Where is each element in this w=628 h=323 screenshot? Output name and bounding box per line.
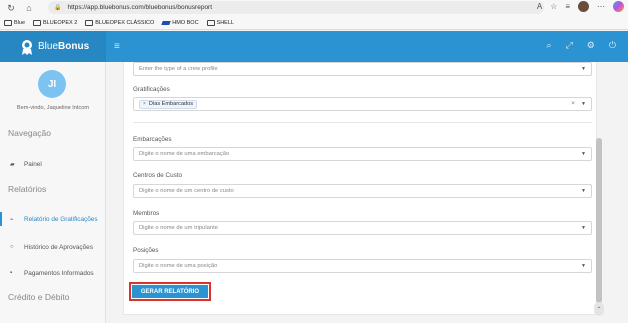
cost-centers-label: Centros de Custo <box>133 172 183 179</box>
members-label: Membros <box>133 210 160 217</box>
browser-address-bar: ↻ ⌂ 🔒 https://app.bluebonus.com/bluebonu… <box>0 0 628 16</box>
bookmark-blueopex-classico[interactable]: BLUEOPEX CLÁSSICO <box>85 19 154 26</box>
favorite-star-icon[interactable]: ☆ <box>550 2 557 11</box>
copilot-icon[interactable] <box>613 1 624 12</box>
settings-icon[interactable]: ⚙ <box>587 40 595 51</box>
url-text: https://app.bluebonus.com/bluebonus/bonu… <box>67 4 213 11</box>
generate-button-highlight: GERAR RELATÓRIO <box>129 282 211 301</box>
money-icon: ▪ <box>10 270 13 276</box>
remove-tag-icon[interactable]: × <box>143 101 146 107</box>
brand-logo[interactable]: BlueBonus <box>0 31 106 62</box>
circle-icon: ○ <box>10 244 14 250</box>
dashboard-icon: ▰ <box>10 161 15 168</box>
bookmark-shell[interactable]: SHELL <box>206 19 234 26</box>
section-navigation: Navegação <box>8 128 52 138</box>
scrollbar-thumb[interactable] <box>596 138 602 303</box>
clear-icon[interactable]: × <box>571 100 575 107</box>
ribbon-icon <box>22 39 32 55</box>
chevron-down-icon[interactable]: ▼ <box>581 101 586 107</box>
page-scrollbar[interactable]: ⌃ <box>594 62 606 320</box>
search-icon[interactable]: ⌕ <box>547 40 552 51</box>
sidebar-item-approval-history[interactable]: ○ Histórico de Aprovações <box>0 240 106 254</box>
lock-icon: 🔒 <box>54 5 62 11</box>
sidebar-item-painel[interactable]: ▰ Painel <box>0 157 106 171</box>
home-icon[interactable]: ⌂ <box>22 1 36 15</box>
crew-profile-field[interactable]: Enter the type of a crew profile ▼ <box>133 62 592 76</box>
generate-report-button[interactable]: GERAR RELATÓRIO <box>132 285 208 298</box>
bonus-label: Gratificações <box>133 86 170 93</box>
scroll-to-top-icon[interactable]: ⌃ <box>594 302 604 316</box>
positions-select[interactable]: Digite o nome de uma posição ▼ <box>133 259 592 273</box>
positions-label: Posições <box>133 247 159 254</box>
bonus-tag: × Dias Embarcados <box>139 99 198 109</box>
vessels-label: Embarcações <box>133 136 172 143</box>
more-icon[interactable]: ⋯ <box>597 2 605 11</box>
menu-toggle-icon[interactable]: ≡ <box>114 41 120 52</box>
chevron-down-icon[interactable]: ▼ <box>581 151 586 157</box>
folder-icon <box>4 19 12 26</box>
members-select[interactable]: Digite o nome de um tripulante ▼ <box>133 221 592 235</box>
chart-icon: ⌁ <box>10 216 14 223</box>
hmo-logo-icon <box>161 20 171 25</box>
folder-icon <box>33 19 42 26</box>
bookmark-hmo-boc[interactable]: HMO BOC <box>161 20 199 26</box>
refresh-icon[interactable]: ↻ <box>4 1 18 15</box>
app-header: BlueBonus ≡ ⌕ ⤢ ⚙ ⏻ <box>0 31 628 62</box>
folder-icon <box>85 19 94 26</box>
chevron-down-icon[interactable]: ▼ <box>581 225 586 231</box>
bookmarks-bar: Blue BLUEOPEX 2 BLUEOPEX CLÁSSICO HMO BO… <box>0 16 628 30</box>
cost-centers-select[interactable]: Digite o nome de um centro de custo ▼ <box>133 184 592 198</box>
sidebar-item-payments[interactable]: ▪ Pagamentos Informados <box>0 266 106 280</box>
profile-avatar[interactable] <box>578 1 589 12</box>
favorites-icon[interactable]: ≡ <box>565 2 570 11</box>
url-field[interactable]: 🔒 https://app.bluebonus.com/bluebonus/bo… <box>48 1 544 14</box>
brand-name: BlueBonus <box>38 41 90 52</box>
sidebar-item-bonus-report[interactable]: ⌁ Relatório de Gratificações <box>0 212 106 226</box>
section-credit-debit: Crédito e Débito <box>8 292 70 302</box>
folder-icon <box>206 19 215 26</box>
chevron-down-icon[interactable]: ▼ <box>581 263 586 269</box>
power-icon[interactable]: ⏻ <box>609 40 616 51</box>
sidebar: JI Bem-vindo, Jaqueline Intcom Navegação… <box>0 62 106 323</box>
read-aloud-icon[interactable]: A <box>537 2 542 11</box>
fullscreen-icon[interactable]: ⤢ <box>566 40 573 51</box>
bonus-select[interactable]: × Dias Embarcados × ▼ <box>133 97 592 111</box>
bookmark-blueopex-2[interactable]: BLUEOPEX 2 <box>33 19 77 26</box>
chevron-down-icon[interactable]: ▼ <box>581 188 586 194</box>
section-reports: Relatórios <box>8 184 47 194</box>
vessels-select[interactable]: Digite o nome de uma embarcação ▼ <box>133 147 592 161</box>
bookmark-blue[interactable]: Blue <box>4 19 25 26</box>
welcome-text: Bem-vindo, Jaqueline Intcom <box>16 105 90 111</box>
divider <box>133 122 592 123</box>
chevron-down-icon[interactable]: ▼ <box>581 66 586 72</box>
user-avatar[interactable]: JI <box>38 70 66 98</box>
